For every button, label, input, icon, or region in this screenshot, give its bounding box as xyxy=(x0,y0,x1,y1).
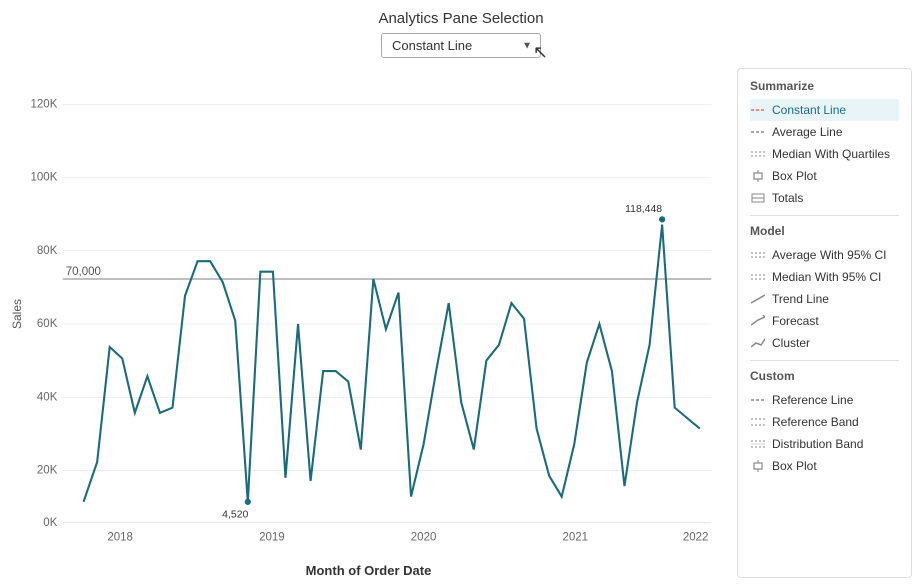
reference-line-icon xyxy=(750,392,766,408)
chart-area: Sales 120K 100K 80K 60K 40K 20K 0K xyxy=(10,68,727,559)
page-title: Analytics Pane Selection xyxy=(378,10,543,27)
totals-icon xyxy=(750,190,766,206)
median-95ci-icon xyxy=(750,269,766,285)
divider-1 xyxy=(750,215,899,216)
item-box-plot-summarize[interactable]: Box Plot xyxy=(750,165,899,187)
dropdown-value: Constant Line xyxy=(392,38,472,53)
y-tick-40k: 40K xyxy=(37,391,58,403)
average-line-label: Average Line xyxy=(772,125,843,139)
forecast-label: Forecast xyxy=(772,314,819,328)
min-label: 4,520 xyxy=(222,510,248,521)
x-tick-2019: 2019 xyxy=(259,532,285,544)
item-totals[interactable]: Totals xyxy=(750,187,899,209)
average-line-icon xyxy=(750,124,766,140)
item-average-line[interactable]: Average Line xyxy=(750,121,899,143)
x-axis-label: Month of Order Date xyxy=(10,563,727,578)
section-title-custom: Custom xyxy=(750,369,899,383)
median-quartiles-icon xyxy=(750,146,766,162)
x-tick-2020: 2020 xyxy=(411,532,437,544)
item-median-quartiles[interactable]: Median With Quartiles xyxy=(750,143,899,165)
max-point xyxy=(659,216,665,222)
item-forecast[interactable]: Forecast xyxy=(750,310,899,332)
reference-line-label: Reference Line xyxy=(772,393,853,407)
reference-line-label: 70,000 xyxy=(66,266,101,278)
item-reference-line[interactable]: Reference Line xyxy=(750,389,899,411)
trend-line-icon xyxy=(750,291,766,307)
min-point xyxy=(245,499,251,505)
constant-line-icon xyxy=(750,102,766,118)
totals-label: Totals xyxy=(772,191,803,205)
box-plot-custom-label: Box Plot xyxy=(772,459,817,473)
distribution-band-icon xyxy=(750,436,766,452)
box-plot-icon xyxy=(750,168,766,184)
y-tick-20k: 20K xyxy=(37,465,58,477)
y-tick-60k: 60K xyxy=(37,318,58,330)
y-axis-label: Sales xyxy=(10,68,24,559)
item-median-95ci[interactable]: Median With 95% CI xyxy=(750,266,899,288)
x-tick-2018: 2018 xyxy=(107,532,133,544)
median-95ci-label: Median With 95% CI xyxy=(772,270,881,284)
dropdown-container: Constant Line ▼ ↖ xyxy=(381,33,541,58)
analytics-dropdown[interactable]: Constant Line ▼ ↖ xyxy=(381,33,541,58)
avg-95ci-label: Average With 95% CI xyxy=(772,248,887,262)
main-container: Analytics Pane Selection Constant Line ▼… xyxy=(0,0,922,588)
y-tick-100k: 100K xyxy=(31,172,58,184)
item-box-plot-custom[interactable]: Box Plot xyxy=(750,455,899,477)
cluster-icon xyxy=(750,335,766,351)
box-plot-custom-icon xyxy=(750,458,766,474)
item-cluster[interactable]: Cluster xyxy=(750,332,899,354)
item-trend-line[interactable]: Trend Line xyxy=(750,288,899,310)
distribution-band-label: Distribution Band xyxy=(772,437,863,451)
median-quartiles-label: Median With Quartiles xyxy=(772,147,890,161)
box-plot-summarize-label: Box Plot xyxy=(772,169,817,183)
sales-line xyxy=(84,225,700,502)
max-label: 118,448 xyxy=(625,204,662,215)
cursor-icon: ↖ xyxy=(533,41,548,62)
item-distribution-band[interactable]: Distribution Band xyxy=(750,433,899,455)
avg-95ci-icon xyxy=(750,247,766,263)
trend-line-label: Trend Line xyxy=(772,292,829,306)
x-tick-2022: 2022 xyxy=(683,532,709,544)
y-tick-120k: 120K xyxy=(31,98,58,110)
content-area: Sales 120K 100K 80K 60K 40K 20K 0K xyxy=(0,68,922,588)
constant-line-label: Constant Line xyxy=(772,103,846,117)
reference-band-label: Reference Band xyxy=(772,415,859,429)
chart-svg: 120K 100K 80K 60K 40K 20K 0K xyxy=(26,68,727,559)
y-tick-0k: 0K xyxy=(43,517,57,529)
item-reference-band[interactable]: Reference Band xyxy=(750,411,899,433)
chart-inner: 120K 100K 80K 60K 40K 20K 0K xyxy=(26,68,727,559)
x-tick-2021: 2021 xyxy=(562,532,588,544)
cluster-label: Cluster xyxy=(772,336,810,350)
analytics-panel: Summarize Constant Line Average Line xyxy=(737,68,912,578)
forecast-icon xyxy=(750,313,766,329)
dropdown-arrow-icon: ▼ xyxy=(522,40,532,51)
section-title-model: Model xyxy=(750,224,899,238)
divider-2 xyxy=(750,360,899,361)
reference-band-icon xyxy=(750,414,766,430)
section-title-summarize: Summarize xyxy=(750,79,899,93)
y-tick-80k: 80K xyxy=(37,245,58,257)
item-avg-95ci[interactable]: Average With 95% CI xyxy=(750,244,899,266)
item-constant-line[interactable]: Constant Line xyxy=(750,99,899,121)
chart-wrapper: Sales 120K 100K 80K 60K 40K 20K 0K xyxy=(10,68,727,578)
